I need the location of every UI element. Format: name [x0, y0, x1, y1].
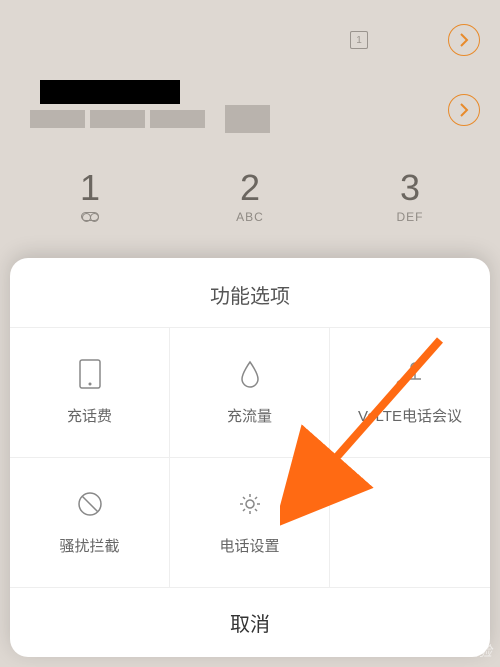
- voicemail-icon: [81, 212, 99, 221]
- dialpad-row: 1 2 ABC 3 DEF: [0, 150, 500, 244]
- call-row[interactable]: 1: [0, 10, 500, 70]
- option-empty: [330, 458, 490, 588]
- call-detail-button[interactable]: [448, 94, 480, 126]
- droplet-icon: [235, 359, 265, 389]
- option-label: 充话费: [67, 405, 112, 426]
- phone-card-icon: [75, 359, 105, 389]
- redacted-block: [150, 110, 205, 128]
- option-volte-conference[interactable]: VoLTE电话会议: [330, 328, 490, 458]
- mic-conference-icon: [395, 359, 425, 389]
- key-sub: ABC: [170, 210, 330, 224]
- option-phone-settings[interactable]: 电话设置: [170, 458, 330, 588]
- options-sheet: 功能选项 充话费 充流量 VoLTE电话会议 骚扰拦截: [10, 258, 490, 657]
- key-number: 1: [10, 170, 170, 206]
- redacted-block: [40, 80, 180, 104]
- dial-key-3[interactable]: 3 DEF: [330, 170, 490, 224]
- option-spam-block[interactable]: 骚扰拦截: [10, 458, 170, 588]
- gear-icon: [235, 489, 265, 519]
- key-number: 3: [330, 170, 490, 206]
- redacted-block: [30, 110, 85, 128]
- sim-icon: 1: [350, 31, 368, 49]
- dial-key-1[interactable]: 1: [10, 170, 170, 224]
- call-detail-button[interactable]: [448, 24, 480, 56]
- option-recharge-balance[interactable]: 充话费: [10, 328, 170, 458]
- key-number: 2: [170, 170, 330, 206]
- redacted-block: [90, 110, 145, 128]
- key-sub: [10, 210, 170, 224]
- cancel-button[interactable]: 取消: [10, 588, 490, 657]
- option-label: 电话设置: [219, 535, 279, 556]
- key-sub: DEF: [330, 210, 490, 224]
- block-icon: [75, 489, 105, 519]
- option-recharge-data[interactable]: 充流量: [170, 328, 330, 458]
- options-grid: 充话费 充流量 VoLTE电话会议 骚扰拦截 电话设置: [10, 328, 490, 588]
- option-label: 充流量: [227, 405, 272, 426]
- dial-key-2[interactable]: 2 ABC: [170, 170, 330, 224]
- redacted-block: [225, 105, 270, 133]
- option-label: VoLTE电话会议: [358, 405, 462, 426]
- option-label: 骚扰拦截: [59, 535, 119, 556]
- sheet-title: 功能选项: [10, 258, 490, 328]
